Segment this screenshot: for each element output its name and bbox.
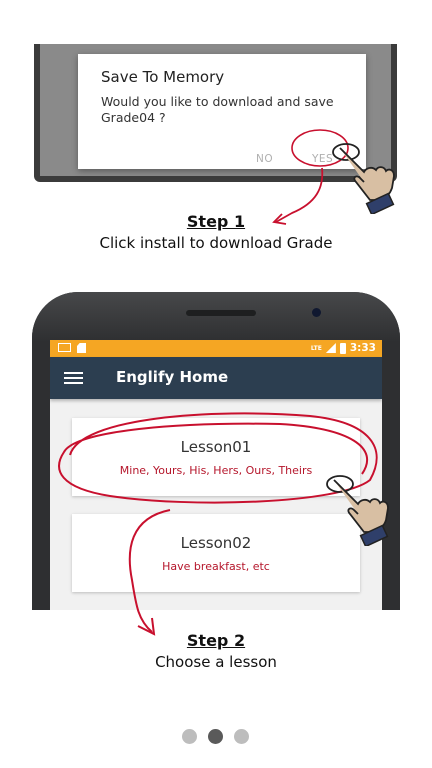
lesson-card[interactable]: Lesson01 Mine, Yours, His, Hers, Ours, T… bbox=[72, 418, 360, 496]
phone-speaker bbox=[186, 310, 256, 316]
page-dot-active[interactable] bbox=[208, 729, 223, 744]
lesson-card[interactable]: Lesson02 Have breakfast, etc bbox=[72, 514, 360, 592]
app-bar: Englify Home bbox=[50, 357, 382, 399]
status-time: 3:33 bbox=[349, 342, 376, 354]
phone-screen: LTE 3:33 Englify Home Lesson01 Mine, You… bbox=[50, 340, 382, 610]
phone-frame: LTE 3:33 Englify Home Lesson01 Mine, You… bbox=[32, 292, 400, 610]
page-dot[interactable] bbox=[182, 729, 197, 744]
dialog-yes-button[interactable]: YES bbox=[312, 153, 333, 165]
step1-description: Click install to download Grade bbox=[99, 234, 333, 252]
network-type: LTE bbox=[310, 344, 322, 352]
lesson-title: Lesson01 bbox=[180, 438, 252, 456]
save-to-memory-dialog: Save To Memory Would you like to downloa… bbox=[78, 54, 366, 169]
dialog-message: Would you like to download and save Grad… bbox=[101, 94, 334, 125]
app-title: Englify Home bbox=[116, 368, 229, 386]
dialog-title: Save To Memory bbox=[101, 68, 225, 86]
step1-title: Step 1 bbox=[186, 212, 246, 231]
signal-icon bbox=[325, 343, 336, 353]
lesson-subtitle: Mine, Yours, His, Hers, Ours, Theirs bbox=[119, 464, 313, 477]
lesson-subtitle: Have breakfast, etc bbox=[162, 560, 270, 573]
status-bar: LTE 3:33 bbox=[50, 340, 382, 357]
step2-title: Step 2 bbox=[186, 631, 246, 650]
top-phone-frame: Save To Memory Would you like to downloa… bbox=[34, 44, 397, 182]
step2-description: Choose a lesson bbox=[155, 653, 277, 671]
page-dot[interactable] bbox=[234, 729, 249, 744]
hamburger-menu-icon[interactable] bbox=[64, 372, 83, 384]
dialog-no-button[interactable]: NO bbox=[256, 153, 273, 165]
page-indicator bbox=[182, 729, 249, 744]
mail-icon bbox=[58, 343, 71, 352]
lesson-title: Lesson02 bbox=[180, 534, 252, 552]
battery-icon bbox=[339, 342, 346, 354]
sd-card-icon bbox=[77, 343, 86, 353]
top-phone-screen: Save To Memory Would you like to downloa… bbox=[40, 44, 391, 176]
phone-bezel bbox=[32, 292, 400, 342]
phone-camera bbox=[312, 308, 321, 317]
